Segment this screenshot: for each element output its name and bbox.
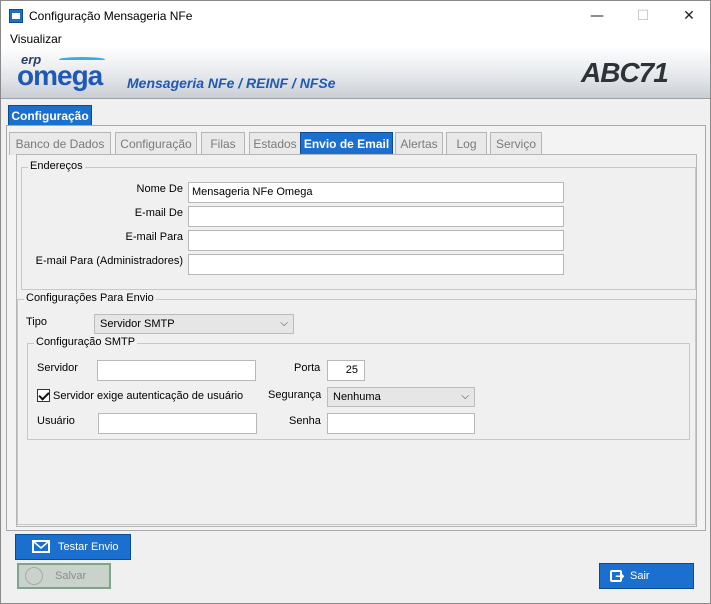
tab-envio-de-email[interactable]: Envio de Email	[300, 132, 393, 155]
seguranca-select[interactable]: Nenhuma ⌵	[327, 387, 475, 407]
nome-de-input[interactable]: Mensageria NFe Omega	[188, 182, 564, 203]
usuario-label: Usuário	[37, 415, 75, 427]
sair-button[interactable]: ➜ Sair	[599, 563, 694, 589]
logo-omega-text: omega	[17, 60, 103, 91]
tipo-select-value: Servidor SMTP	[100, 318, 175, 330]
seguranca-label: Segurança	[268, 389, 322, 401]
porta-label: Porta	[294, 362, 321, 374]
tipo-select[interactable]: Servidor SMTP ⌵	[94, 314, 294, 334]
minimize-button[interactable]: —	[574, 1, 620, 31]
tab-configuracao-main[interactable]: Configuração	[8, 105, 92, 126]
maximize-button[interactable]: ☐	[620, 1, 666, 31]
sair-label: Sair	[630, 570, 650, 582]
enderecos-group: Endereços Nome De Mensageria NFe Omega E…	[21, 160, 696, 290]
menu-bar: Visualizar	[1, 31, 710, 47]
envelope-icon	[32, 540, 50, 553]
email-de-label: E-mail De	[134, 207, 183, 219]
envio-email-panel: Endereços Nome De Mensageria NFe Omega E…	[16, 154, 697, 527]
auth-label[interactable]: Servidor exige autenticação de usuário	[53, 390, 243, 402]
tab-alertas[interactable]: Alertas	[395, 132, 443, 155]
salvar-button[interactable]: Salvar	[17, 563, 111, 589]
save-icon	[25, 567, 43, 585]
brand-logo: ABC71	[581, 57, 669, 88]
menu-visualizar[interactable]: Visualizar	[10, 32, 62, 46]
app-icon	[9, 9, 23, 23]
tab-servico[interactable]: Serviço	[490, 132, 542, 155]
chevron-down-icon: ⌵	[461, 391, 469, 402]
email-para-input[interactable]	[188, 230, 564, 251]
tab-log[interactable]: Log	[446, 132, 487, 155]
enderecos-title: Endereços	[28, 160, 85, 172]
senha-label: Senha	[289, 415, 321, 427]
main-window: Configuração Mensageria NFe — ☐ ✕ Visual…	[0, 0, 711, 604]
tab-estados[interactable]: Estados	[249, 132, 301, 155]
usuario-input[interactable]	[98, 413, 257, 434]
email-admin-label: E-mail Para (Administradores)	[35, 255, 183, 267]
envio-group: Configurações Para Envio Tipo Servidor S…	[17, 292, 696, 525]
chevron-down-icon: ⌵	[280, 318, 288, 329]
title-bar: Configuração Mensageria NFe — ☐ ✕	[1, 1, 710, 31]
tab-banco-de-dados[interactable]: Banco de Dados	[9, 132, 111, 155]
close-button[interactable]: ✕	[666, 1, 711, 31]
email-para-label: E-mail Para	[125, 231, 183, 243]
email-admin-input[interactable]	[188, 254, 564, 275]
envio-title: Configurações Para Envio	[24, 292, 156, 304]
seguranca-select-value: Nenhuma	[333, 391, 381, 403]
porta-input[interactable]: 25	[327, 360, 365, 381]
salvar-label: Salvar	[55, 570, 87, 582]
auth-checkbox[interactable]	[37, 389, 50, 402]
window-title: Configuração Mensageria NFe	[29, 9, 193, 23]
banner-subtitle: Mensageria NFe / REINF / NFSe	[127, 75, 336, 91]
tipo-label: Tipo	[26, 316, 47, 328]
smtp-title: Configuração SMTP	[34, 336, 138, 348]
nome-de-label: Nome De	[136, 183, 183, 195]
tab-filas[interactable]: Filas	[201, 132, 245, 155]
testar-envio-label: Testar Envio	[58, 541, 119, 553]
header-banner: erp omega Mensageria NFe / REINF / NFSe …	[1, 47, 710, 99]
senha-input[interactable]	[327, 413, 475, 434]
email-de-input[interactable]	[188, 206, 564, 227]
smtp-group: Configuração SMTP Servidor Porta 25 Serv…	[27, 336, 690, 440]
servidor-input[interactable]	[97, 360, 256, 381]
servidor-label: Servidor	[37, 362, 78, 374]
testar-envio-button[interactable]: Testar Envio	[15, 534, 131, 560]
tab-configuracao[interactable]: Configuração	[115, 132, 197, 155]
arrow-right-icon: ➜	[615, 569, 626, 583]
